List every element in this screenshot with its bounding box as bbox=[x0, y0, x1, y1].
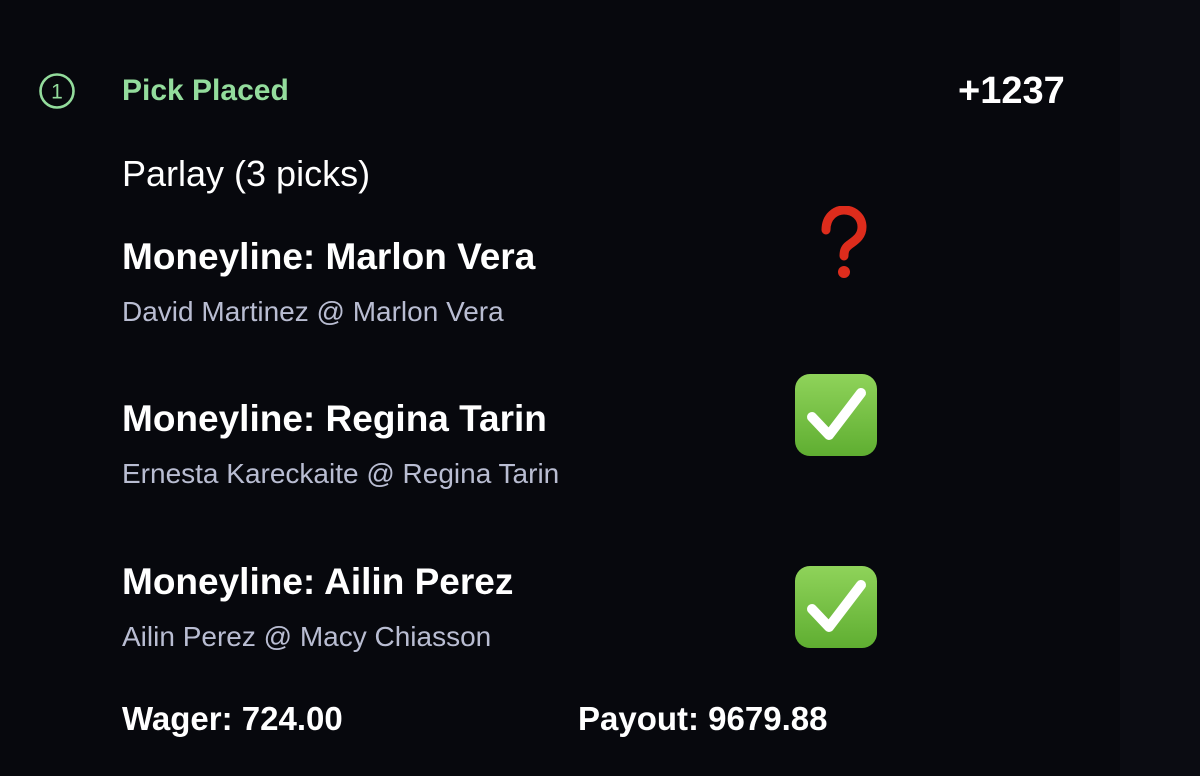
check-mark-icon bbox=[795, 566, 877, 648]
odds-value: +1237 bbox=[958, 70, 1065, 112]
pick-1-title: Moneyline: Marlon Vera bbox=[122, 236, 536, 277]
pick-3-matchup: Ailin Perez @ Macy Chiasson bbox=[122, 621, 492, 652]
wager-amount: Wager: 724.00 bbox=[122, 700, 343, 737]
pick-3-title: Moneyline: Ailin Perez bbox=[122, 561, 514, 602]
pick-2-title: Moneyline: Regina Tarin bbox=[122, 398, 547, 439]
payout-amount: Payout: 9679.88 bbox=[578, 700, 828, 737]
check-mark-icon bbox=[795, 374, 877, 456]
step-number-icon: 1 bbox=[39, 73, 75, 109]
background-edge bbox=[1120, 0, 1200, 776]
status-label: Pick Placed bbox=[122, 74, 289, 107]
question-mark-icon bbox=[821, 206, 867, 278]
pick-2-matchup: Ernesta Kareckaite @ Regina Tarin bbox=[122, 458, 560, 489]
pick-1-matchup: David Martinez @ Marlon Vera bbox=[122, 296, 504, 327]
bet-type: Parlay (3 picks) bbox=[122, 153, 371, 194]
step-number: 1 bbox=[51, 81, 63, 104]
